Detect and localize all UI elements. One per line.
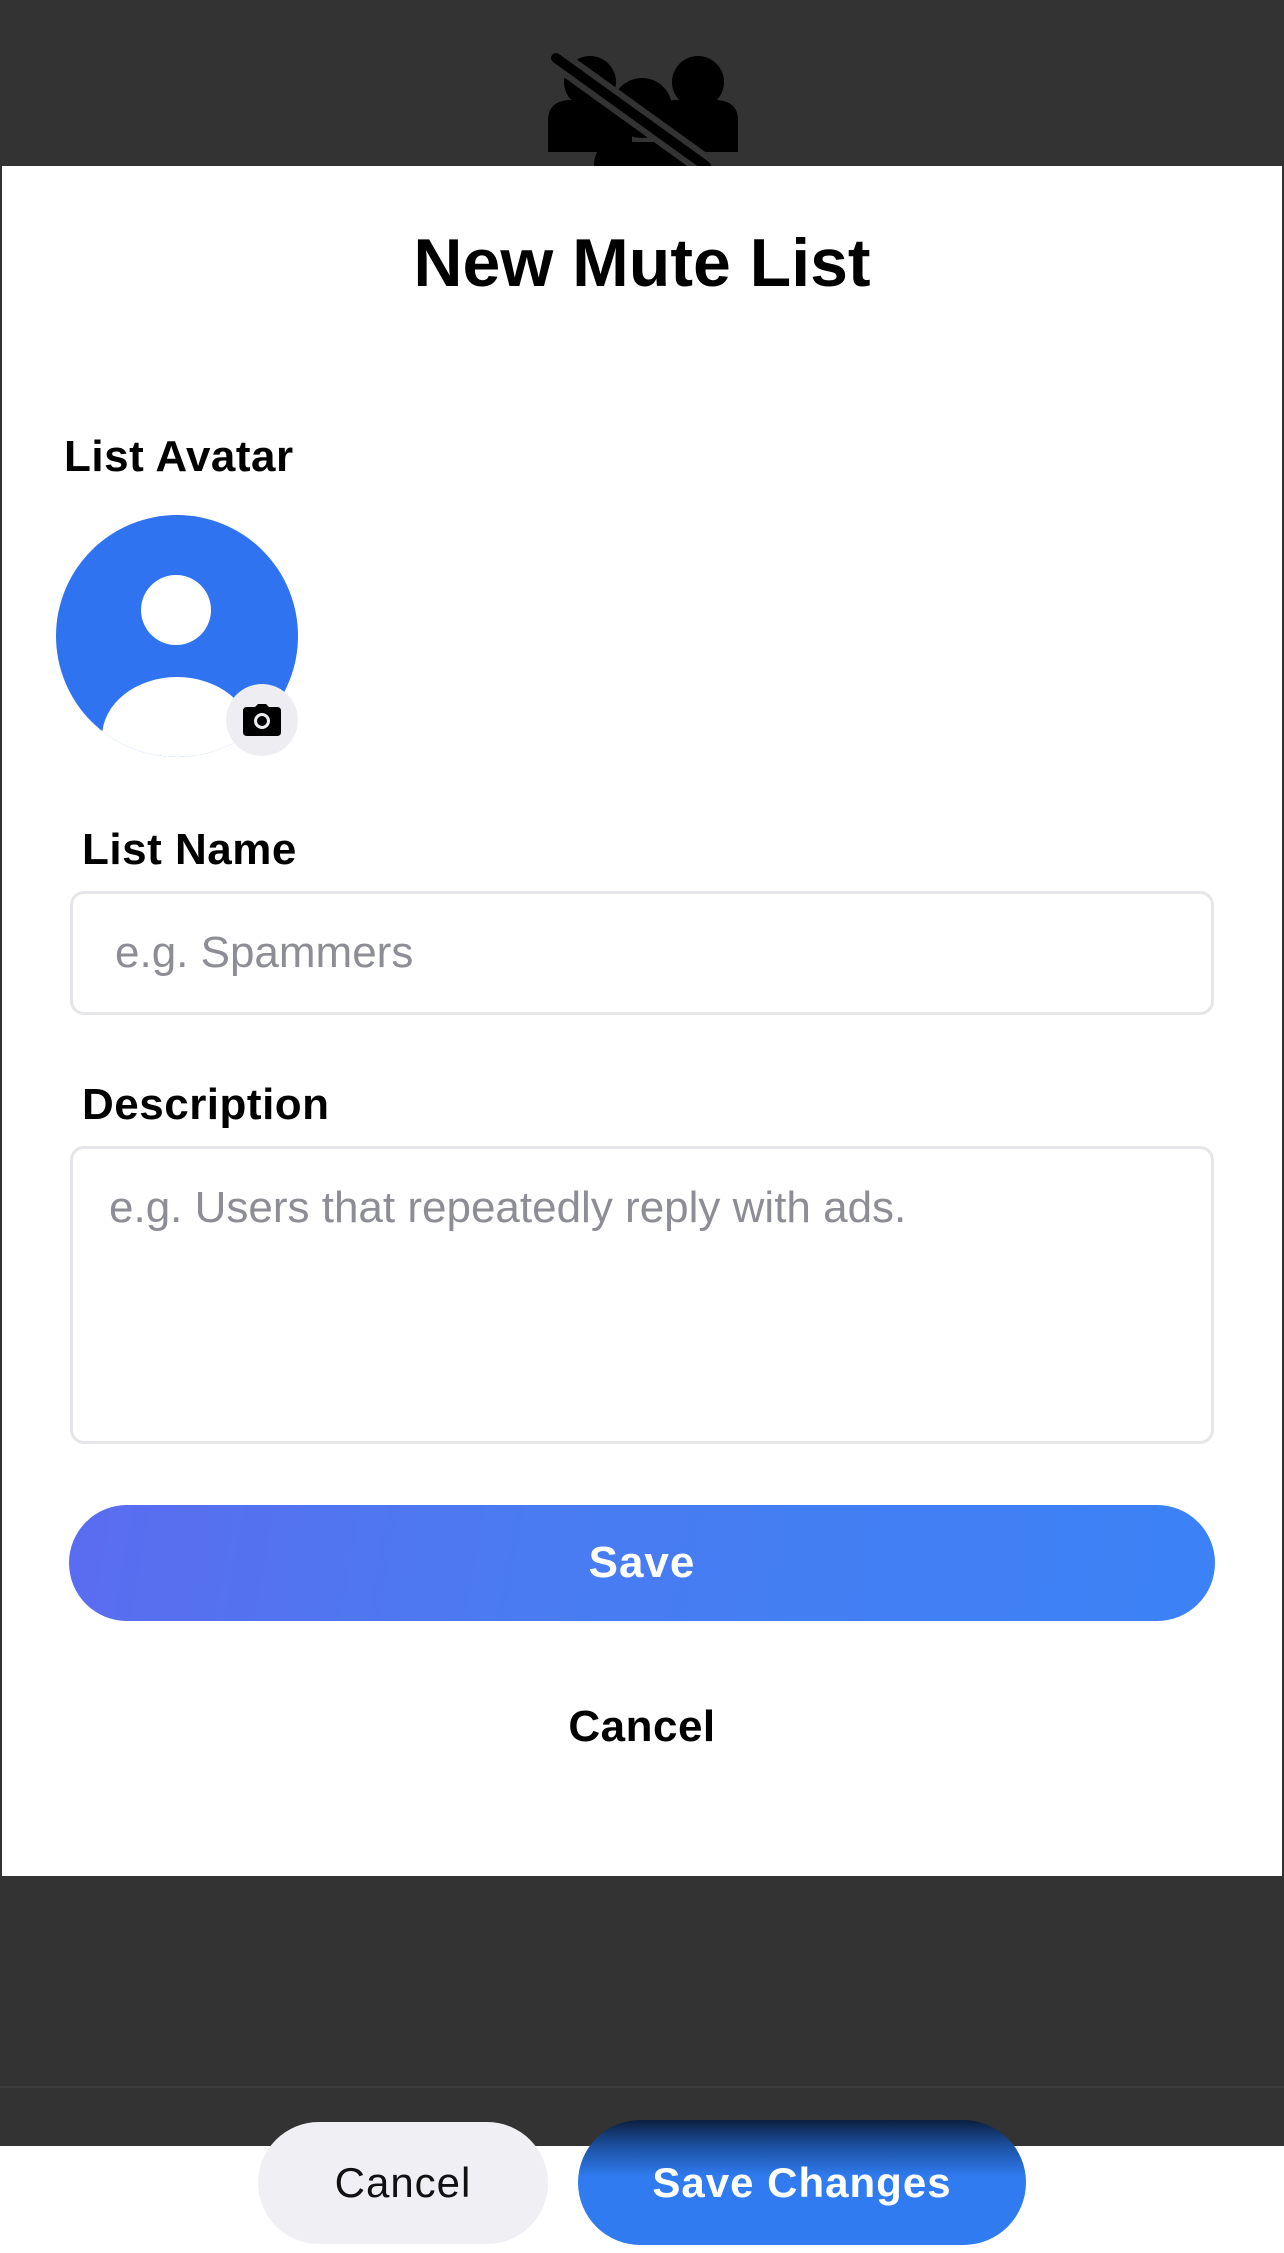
change-avatar-button[interactable] [226,684,298,756]
list-name-label: List Name [82,825,297,874]
modal-title: New Mute List [413,225,871,301]
backdrop-footer-area [0,1876,1284,2146]
save-changes-button[interactable]: Save Changes [578,2120,1026,2245]
description-label: Description [82,1080,330,1129]
avatar-head [141,575,211,645]
muted-group-icon [548,52,738,166]
list-name-input[interactable] [70,891,1214,1015]
description-input[interactable] [70,1146,1214,1444]
bottom-cancel-button[interactable]: Cancel [258,2122,548,2244]
divider [0,2086,1284,2088]
cancel-button[interactable]: Cancel [492,1692,792,1762]
avatar-label: List Avatar [64,432,294,481]
camera-icon [243,704,281,736]
save-button[interactable]: Save [69,1505,1215,1621]
backdrop-header [0,0,1284,166]
